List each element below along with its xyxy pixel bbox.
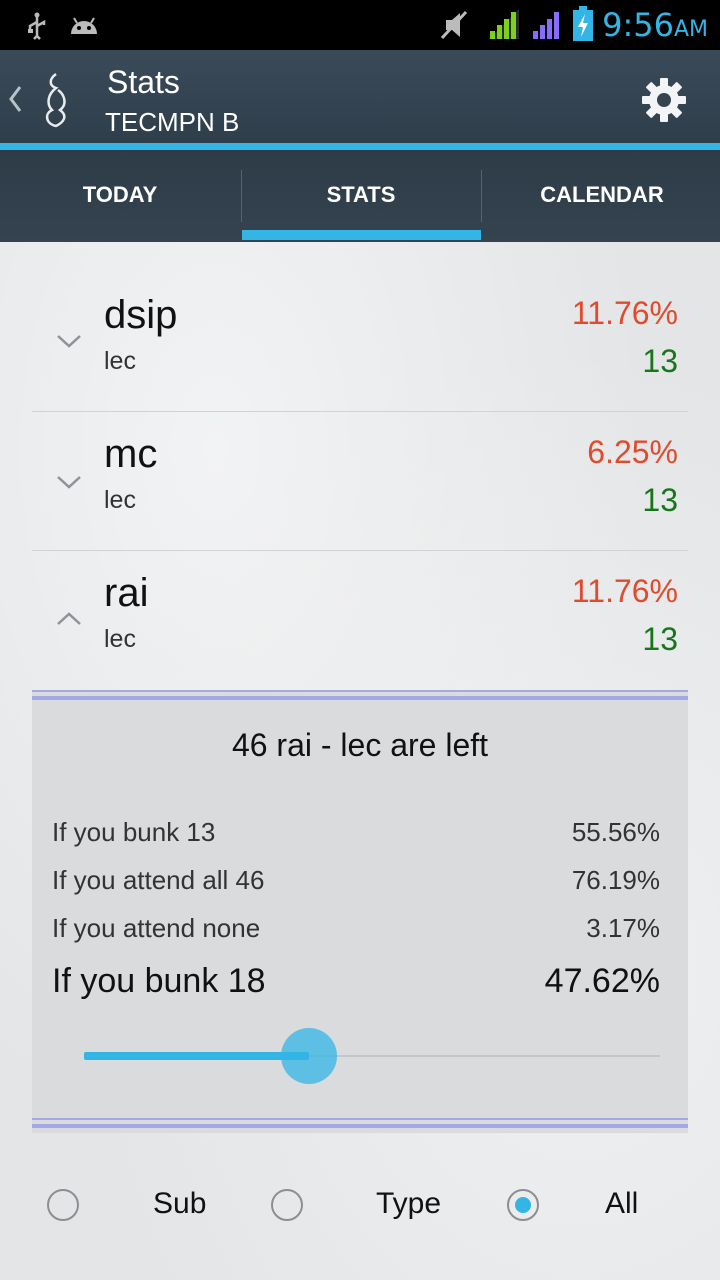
- tab-today[interactable]: TODAY: [0, 150, 240, 242]
- action-bar-accent-line: [0, 143, 720, 150]
- filter-radio-group: Sub Type All: [0, 1175, 720, 1239]
- attended-count: 13: [642, 482, 678, 518]
- chevron-up-icon[interactable]: [56, 611, 82, 627]
- usb-icon: [28, 12, 46, 40]
- projection-label: If you attend none: [52, 913, 261, 943]
- tab-selected-indicator: [242, 230, 481, 240]
- subject-detail-panel: 46 rai - lec are left If you bunk 13 55.…: [32, 691, 688, 1133]
- clock-ampm: AM: [673, 17, 708, 42]
- battery-icon: [573, 6, 593, 41]
- page-title: Stats: [107, 64, 180, 100]
- attendance-percent: 11.76%: [571, 573, 678, 609]
- subject-row-rai[interactable]: rai lec 11.76% 13: [0, 551, 720, 690]
- bunk-slider-thumb[interactable]: [280, 1028, 337, 1084]
- radio-all[interactable]: [507, 1189, 539, 1221]
- attendance-percent: 6.25%: [587, 434, 678, 470]
- projection-value: 76.19%: [571, 865, 660, 895]
- attendance-percent: 11.76%: [571, 295, 678, 331]
- chevron-down-icon[interactable]: [56, 474, 82, 490]
- subject-row-mc[interactable]: mc lec 6.25% 13: [0, 412, 720, 551]
- projection-value: 55.56%: [571, 817, 660, 847]
- radio-sub[interactable]: [47, 1189, 79, 1221]
- panel-bottom-divider: [32, 1118, 688, 1128]
- action-bar: Stats TECMPN B: [0, 50, 720, 143]
- bunk-projection-value: 47.62%: [544, 962, 660, 1000]
- page-subtitle: TECMPN B: [105, 107, 240, 137]
- subject-type: lec: [104, 486, 136, 514]
- projection-label: If you bunk 13: [52, 817, 216, 847]
- subject-type: lec: [104, 625, 136, 653]
- bunk-slider-fill: [84, 1052, 309, 1060]
- tab-bar: TODAY STATS CALENDAR: [0, 150, 720, 242]
- subject-type: lec: [104, 347, 136, 375]
- lectures-left-title: 46 rai - lec are left: [231, 727, 489, 763]
- radio-all-label[interactable]: All: [605, 1187, 638, 1221]
- chevron-down-icon[interactable]: [56, 333, 82, 349]
- back-chevron-icon[interactable]: [6, 83, 24, 115]
- clock-time: 9:56: [602, 6, 674, 44]
- radio-sub-label[interactable]: Sub: [153, 1187, 206, 1221]
- subject-row-dsip[interactable]: dsip lec 11.76% 13: [0, 273, 720, 412]
- status-bar: 9:56AM: [0, 0, 720, 50]
- radio-all-selected-dot: [515, 1197, 531, 1213]
- android-icon: [71, 17, 97, 34]
- tab-stats[interactable]: STATS: [241, 150, 481, 242]
- signal-2-icon: [533, 12, 559, 39]
- attended-count: 13: [642, 343, 678, 379]
- radio-type[interactable]: [271, 1189, 303, 1221]
- projection-value: 3.17%: [586, 913, 660, 943]
- bunk-projection-label: If you bunk 18: [52, 962, 266, 1000]
- app-logo-icon[interactable]: [38, 70, 74, 130]
- radio-type-label[interactable]: Type: [376, 1187, 441, 1221]
- subject-name: dsip: [104, 293, 178, 337]
- clock: 9:56AM: [602, 4, 708, 51]
- gear-icon[interactable]: [641, 77, 687, 123]
- subject-name: mc: [104, 432, 158, 476]
- projection-label: If you attend all 46: [52, 865, 265, 895]
- tab-calendar[interactable]: CALENDAR: [482, 150, 720, 242]
- panel-top-divider: [32, 690, 688, 700]
- mute-icon: [440, 10, 468, 40]
- attended-count: 13: [642, 621, 678, 657]
- subject-name: rai: [104, 571, 149, 615]
- signal-icon: [489, 9, 519, 39]
